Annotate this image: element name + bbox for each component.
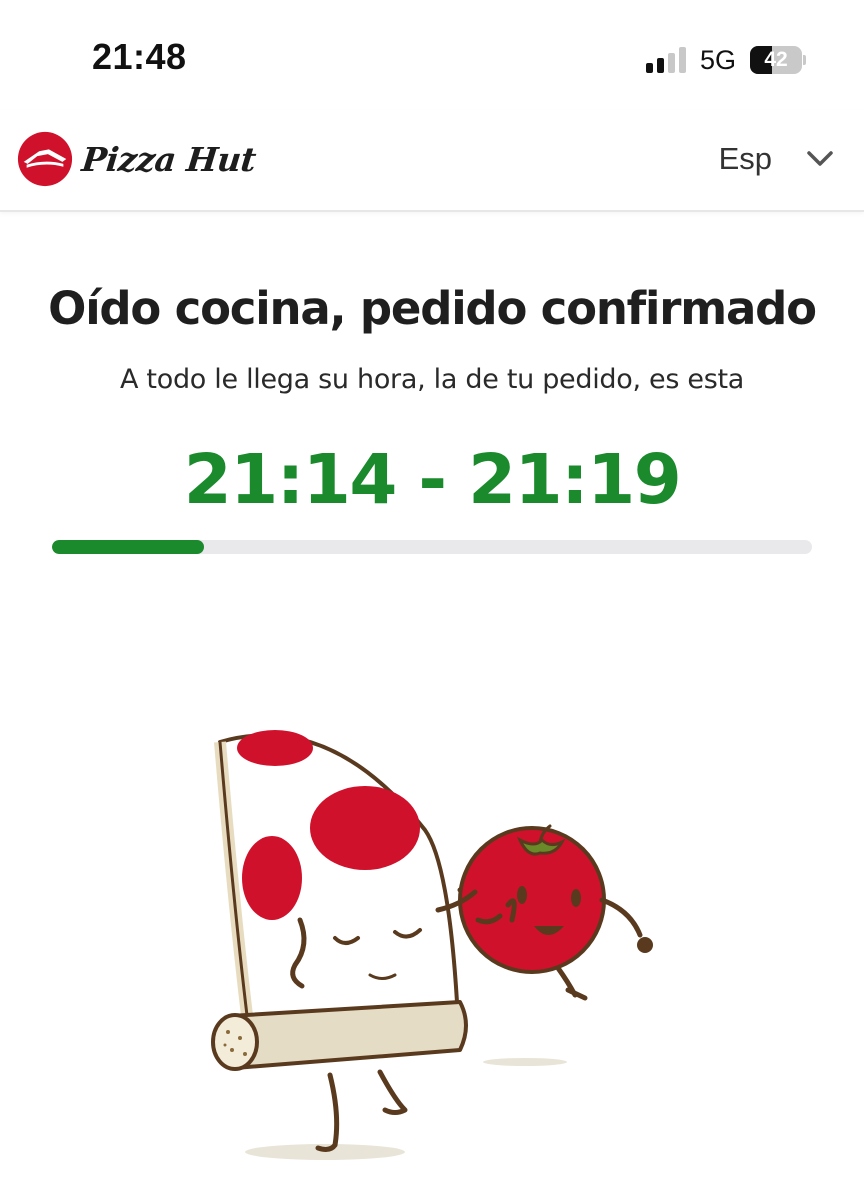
cellular-signal-icon (645, 47, 686, 73)
status-indicators: 5G 42 (645, 42, 806, 78)
order-progress-bar (52, 540, 812, 554)
delivery-time-window: 21:14 - 21:19 (183, 440, 682, 520)
chevron-down-icon (807, 151, 833, 166)
brand-name: Pizza Hut (79, 139, 258, 179)
battery-icon: 42 (750, 46, 806, 74)
language-selector[interactable]: Esp (719, 134, 834, 184)
order-progress-fill (52, 540, 204, 554)
status-time: 21:48 (92, 36, 187, 77)
status-bar: 21:48 5G 42 (0, 0, 864, 110)
battery-level: 42 (764, 48, 788, 71)
network-type: 5G (699, 44, 736, 75)
pizza-hut-logo-icon (17, 131, 73, 187)
app-header: Pizza Hut Esp (0, 110, 864, 212)
brand-home-link[interactable]: Pizza Hut (16, 130, 258, 188)
language-selected: Esp (718, 141, 772, 176)
pizza-tomato-dancing-illustration (211, 730, 653, 1160)
order-subtitle: A todo le llega su hora, la de tu pedido… (119, 364, 744, 395)
order-confirmed-title: Oído cocina, pedido confirmado (48, 282, 817, 335)
